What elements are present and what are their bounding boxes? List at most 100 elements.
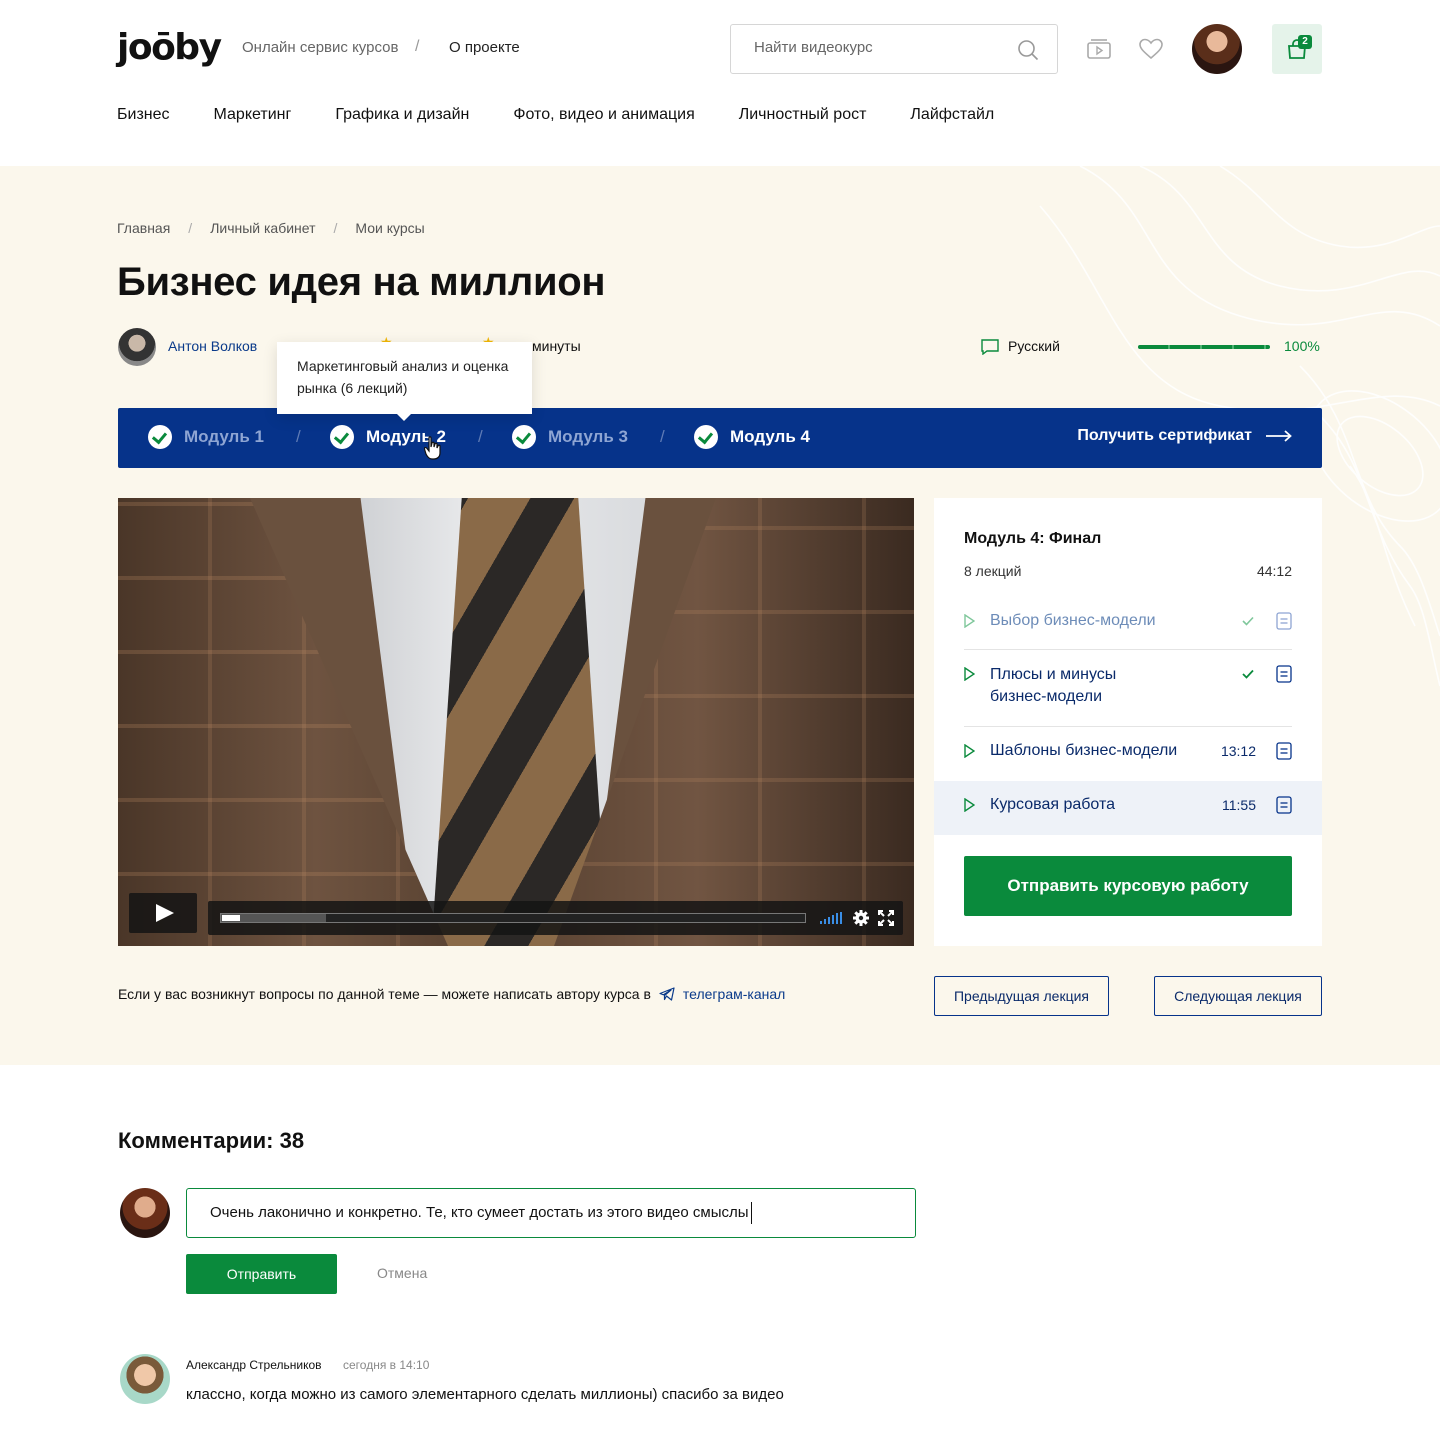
lesson-panel: Модуль 4: Финал 8 лекций 44:12 Выбор биз… (934, 498, 1322, 946)
check-circle-icon (694, 425, 718, 449)
logo[interactable]: joōby (117, 26, 222, 70)
module-title: Модуль 4: Финал (964, 530, 1102, 547)
text-caret (750, 1202, 752, 1225)
check-circle-icon (330, 425, 354, 449)
about-link[interactable]: О проекте (449, 39, 520, 56)
commenter-avatar[interactable] (120, 1354, 170, 1404)
breadcrumb-home[interactable]: Главная (117, 220, 170, 236)
search-input[interactable] (754, 39, 1004, 56)
nav-item-personal-growth[interactable]: Личностный рост (739, 106, 867, 124)
telegram-link[interactable]: телеграм-канал (683, 986, 785, 1002)
video-player[interactable] (118, 498, 914, 946)
breadcrumb-my-courses[interactable]: Мои курсы (355, 220, 424, 236)
send-comment-button[interactable]: Отправить (186, 1254, 337, 1294)
play-triangle-icon (964, 798, 975, 812)
help-text: Если у вас возникнут вопросы по данной т… (118, 986, 785, 1002)
module-total-time: 44:12 (1256, 563, 1292, 579)
author-avatar[interactable] (118, 328, 156, 366)
certificate-label: Получить сертификат (1077, 427, 1252, 444)
play-triangle-icon (964, 744, 975, 758)
lesson-count: 8 лекций (964, 563, 1022, 579)
submit-coursework-button[interactable]: Отправить курсовую работу (964, 856, 1292, 916)
previous-lecture-button[interactable]: Предыдущая лекция (934, 976, 1109, 1016)
check-icon (1242, 669, 1254, 679)
user-avatar[interactable] (1192, 24, 1242, 74)
breadcrumb-separator: / (333, 220, 338, 236)
lesson-title: Курсовая работа (990, 796, 1115, 813)
comment-text: классно, когда можно из самого элементар… (186, 1386, 784, 1403)
arrow-right-icon (1266, 430, 1292, 442)
site-header: joōby Онлайн сервис курсов / О проекте 2… (0, 0, 1440, 166)
lesson-title: Плюсы и минусы бизнес-модели (990, 666, 1117, 705)
course-progress-bar (1138, 345, 1270, 349)
course-progress-label: 100% (1284, 338, 1320, 354)
favorites-heart-icon[interactable] (1138, 36, 1164, 62)
lesson-duration: 11:55 (1222, 797, 1256, 813)
comment-input[interactable]: Очень лаконично и конкретно. Те, кто сум… (186, 1188, 916, 1238)
volume-icon[interactable] (820, 912, 842, 924)
tab-module-3[interactable]: Модуль 3 (512, 425, 628, 449)
breadcrumb-account[interactable]: Личный кабинет (210, 220, 315, 236)
author-link[interactable]: Антон Волков (168, 338, 257, 354)
current-user-avatar (120, 1188, 170, 1238)
chat-bubble-icon (981, 339, 999, 355)
telegram-icon (659, 987, 675, 1001)
module-tooltip: Маркетинговый анализ и оценка рынка (6 л… (277, 342, 532, 421)
module-separator: / (660, 427, 665, 446)
module-separator: / (296, 427, 301, 446)
breadcrumb: Главная / Личный кабинет / Мои курсы (117, 220, 425, 236)
played-bar (222, 915, 240, 921)
comment-timestamp: сегодня в 14:10 (343, 1358, 430, 1372)
video-seek-bar[interactable] (220, 913, 806, 923)
course-duration: минуты (532, 338, 581, 354)
nav-item-marketing[interactable]: Маркетинг (214, 106, 292, 124)
module-separator: / (478, 427, 483, 446)
check-circle-icon (512, 425, 536, 449)
next-lecture-button[interactable]: Следующая лекция (1154, 976, 1322, 1016)
lesson-duration: 13:12 (1220, 743, 1256, 759)
module-tabs: Модуль 1 / Модуль 2 / Модуль 3 / Модуль … (118, 408, 1322, 468)
comment-draft-text: Очень лаконично и конкретно. Те, кто сум… (210, 1204, 749, 1221)
search-icon[interactable] (1017, 39, 1039, 61)
tab-label: Модуль 4 (730, 427, 810, 446)
get-certificate-button[interactable]: Получить сертификат (1077, 427, 1292, 445)
lesson-item[interactable]: Шаблоны бизнес-модели 13:12 (934, 727, 1322, 781)
check-circle-icon (148, 425, 172, 449)
lesson-title: Выбор бизнес-модели (990, 612, 1156, 629)
cart-button[interactable]: 2 (1272, 24, 1322, 74)
tab-module-4[interactable]: Модуль 4 (694, 425, 810, 449)
document-icon[interactable] (1276, 612, 1292, 630)
category-nav: Бизнес Маркетинг Графика и дизайн Фото, … (117, 106, 1038, 124)
document-icon[interactable] (1276, 665, 1292, 683)
tab-label: Модуль 1 (184, 427, 264, 446)
nav-item-business[interactable]: Бизнес (117, 106, 170, 124)
player-controls (208, 901, 903, 935)
course-language: Русский (1008, 338, 1060, 354)
lesson-item[interactable]: Плюсы и минусы бизнес-модели (934, 650, 1322, 727)
fullscreen-icon[interactable] (878, 910, 894, 926)
comments-title: Комментарии: 38 (118, 1128, 305, 1153)
nav-item-photo-video[interactable]: Фото, видео и анимация (513, 106, 694, 124)
header-divider: / (415, 38, 420, 55)
hand-cursor-icon (424, 436, 441, 460)
play-triangle-icon (964, 667, 975, 681)
nav-item-graphics-design[interactable]: Графика и дизайн (335, 106, 469, 124)
document-icon[interactable] (1276, 796, 1292, 814)
nav-item-lifestyle[interactable]: Лайфстайл (910, 106, 994, 124)
my-courses-icon[interactable] (1086, 36, 1112, 62)
gear-icon[interactable] (852, 909, 870, 927)
course-progress-fill (1138, 345, 1270, 349)
search-box (730, 24, 1058, 74)
comment-author[interactable]: Александр Стрельников (186, 1358, 322, 1372)
tab-module-1[interactable]: Модуль 1 (148, 425, 264, 449)
lesson-item[interactable]: Выбор бизнес-модели (934, 598, 1322, 650)
breadcrumb-separator: / (188, 220, 193, 236)
lesson-item-active[interactable]: Курсовая работа 11:55 (934, 781, 1322, 835)
lesson-title: Шаблоны бизнес-модели (990, 742, 1178, 759)
document-icon[interactable] (1276, 742, 1292, 760)
play-button[interactable] (129, 893, 197, 933)
cancel-comment-button[interactable]: Отмена (377, 1265, 427, 1281)
play-triangle-icon (964, 614, 975, 628)
course-hero: Главная / Личный кабинет / Мои курсы Биз… (0, 166, 1440, 1065)
tab-label: Модуль 3 (548, 427, 628, 446)
